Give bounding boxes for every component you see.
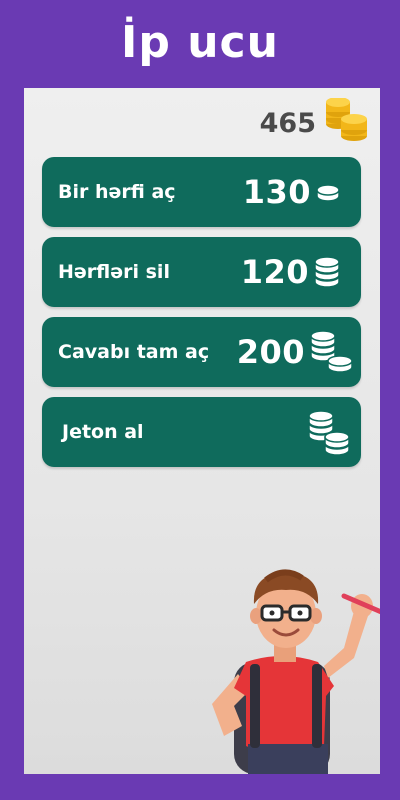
gold-coins-icon <box>324 97 370 148</box>
hint-panel: 465 Bir hərfi aç 130 Hərfləri sil 120 Ca… <box>24 88 380 774</box>
student-character-illustration <box>194 566 380 774</box>
reveal-letter-label: Bir hərfi aç <box>58 181 176 203</box>
coin-stacks-icon <box>309 328 355 376</box>
buy-coins-price <box>305 397 353 467</box>
coin-balance: 465 <box>259 97 370 148</box>
remove-letters-label: Hərfləri sil <box>58 261 170 283</box>
remove-letters-button[interactable]: Hərfləri sil 120 <box>42 237 361 307</box>
coin-stacks-icon <box>305 404 353 460</box>
reveal-letter-price: 130 <box>243 157 341 227</box>
reveal-answer-button[interactable]: Cavabı tam aç 200 <box>42 317 361 387</box>
buy-coins-label: Jeton al <box>62 421 144 443</box>
reveal-answer-label: Cavabı tam aç <box>58 341 210 363</box>
buy-coins-button[interactable]: Jeton al <box>42 397 361 467</box>
reveal-letter-button[interactable]: Bir hərfi aç 130 <box>42 157 361 227</box>
reveal-answer-price-value: 200 <box>236 333 305 371</box>
page-title: İp ucu <box>121 17 279 68</box>
single-coin-icon <box>315 179 341 205</box>
reveal-letter-price-value: 130 <box>242 173 311 211</box>
coin-balance-count: 465 <box>259 107 316 139</box>
reveal-answer-price: 200 <box>237 317 355 387</box>
coin-stack-icon <box>313 256 341 288</box>
remove-letters-price-value: 120 <box>240 253 309 291</box>
remove-letters-price: 120 <box>241 237 341 307</box>
